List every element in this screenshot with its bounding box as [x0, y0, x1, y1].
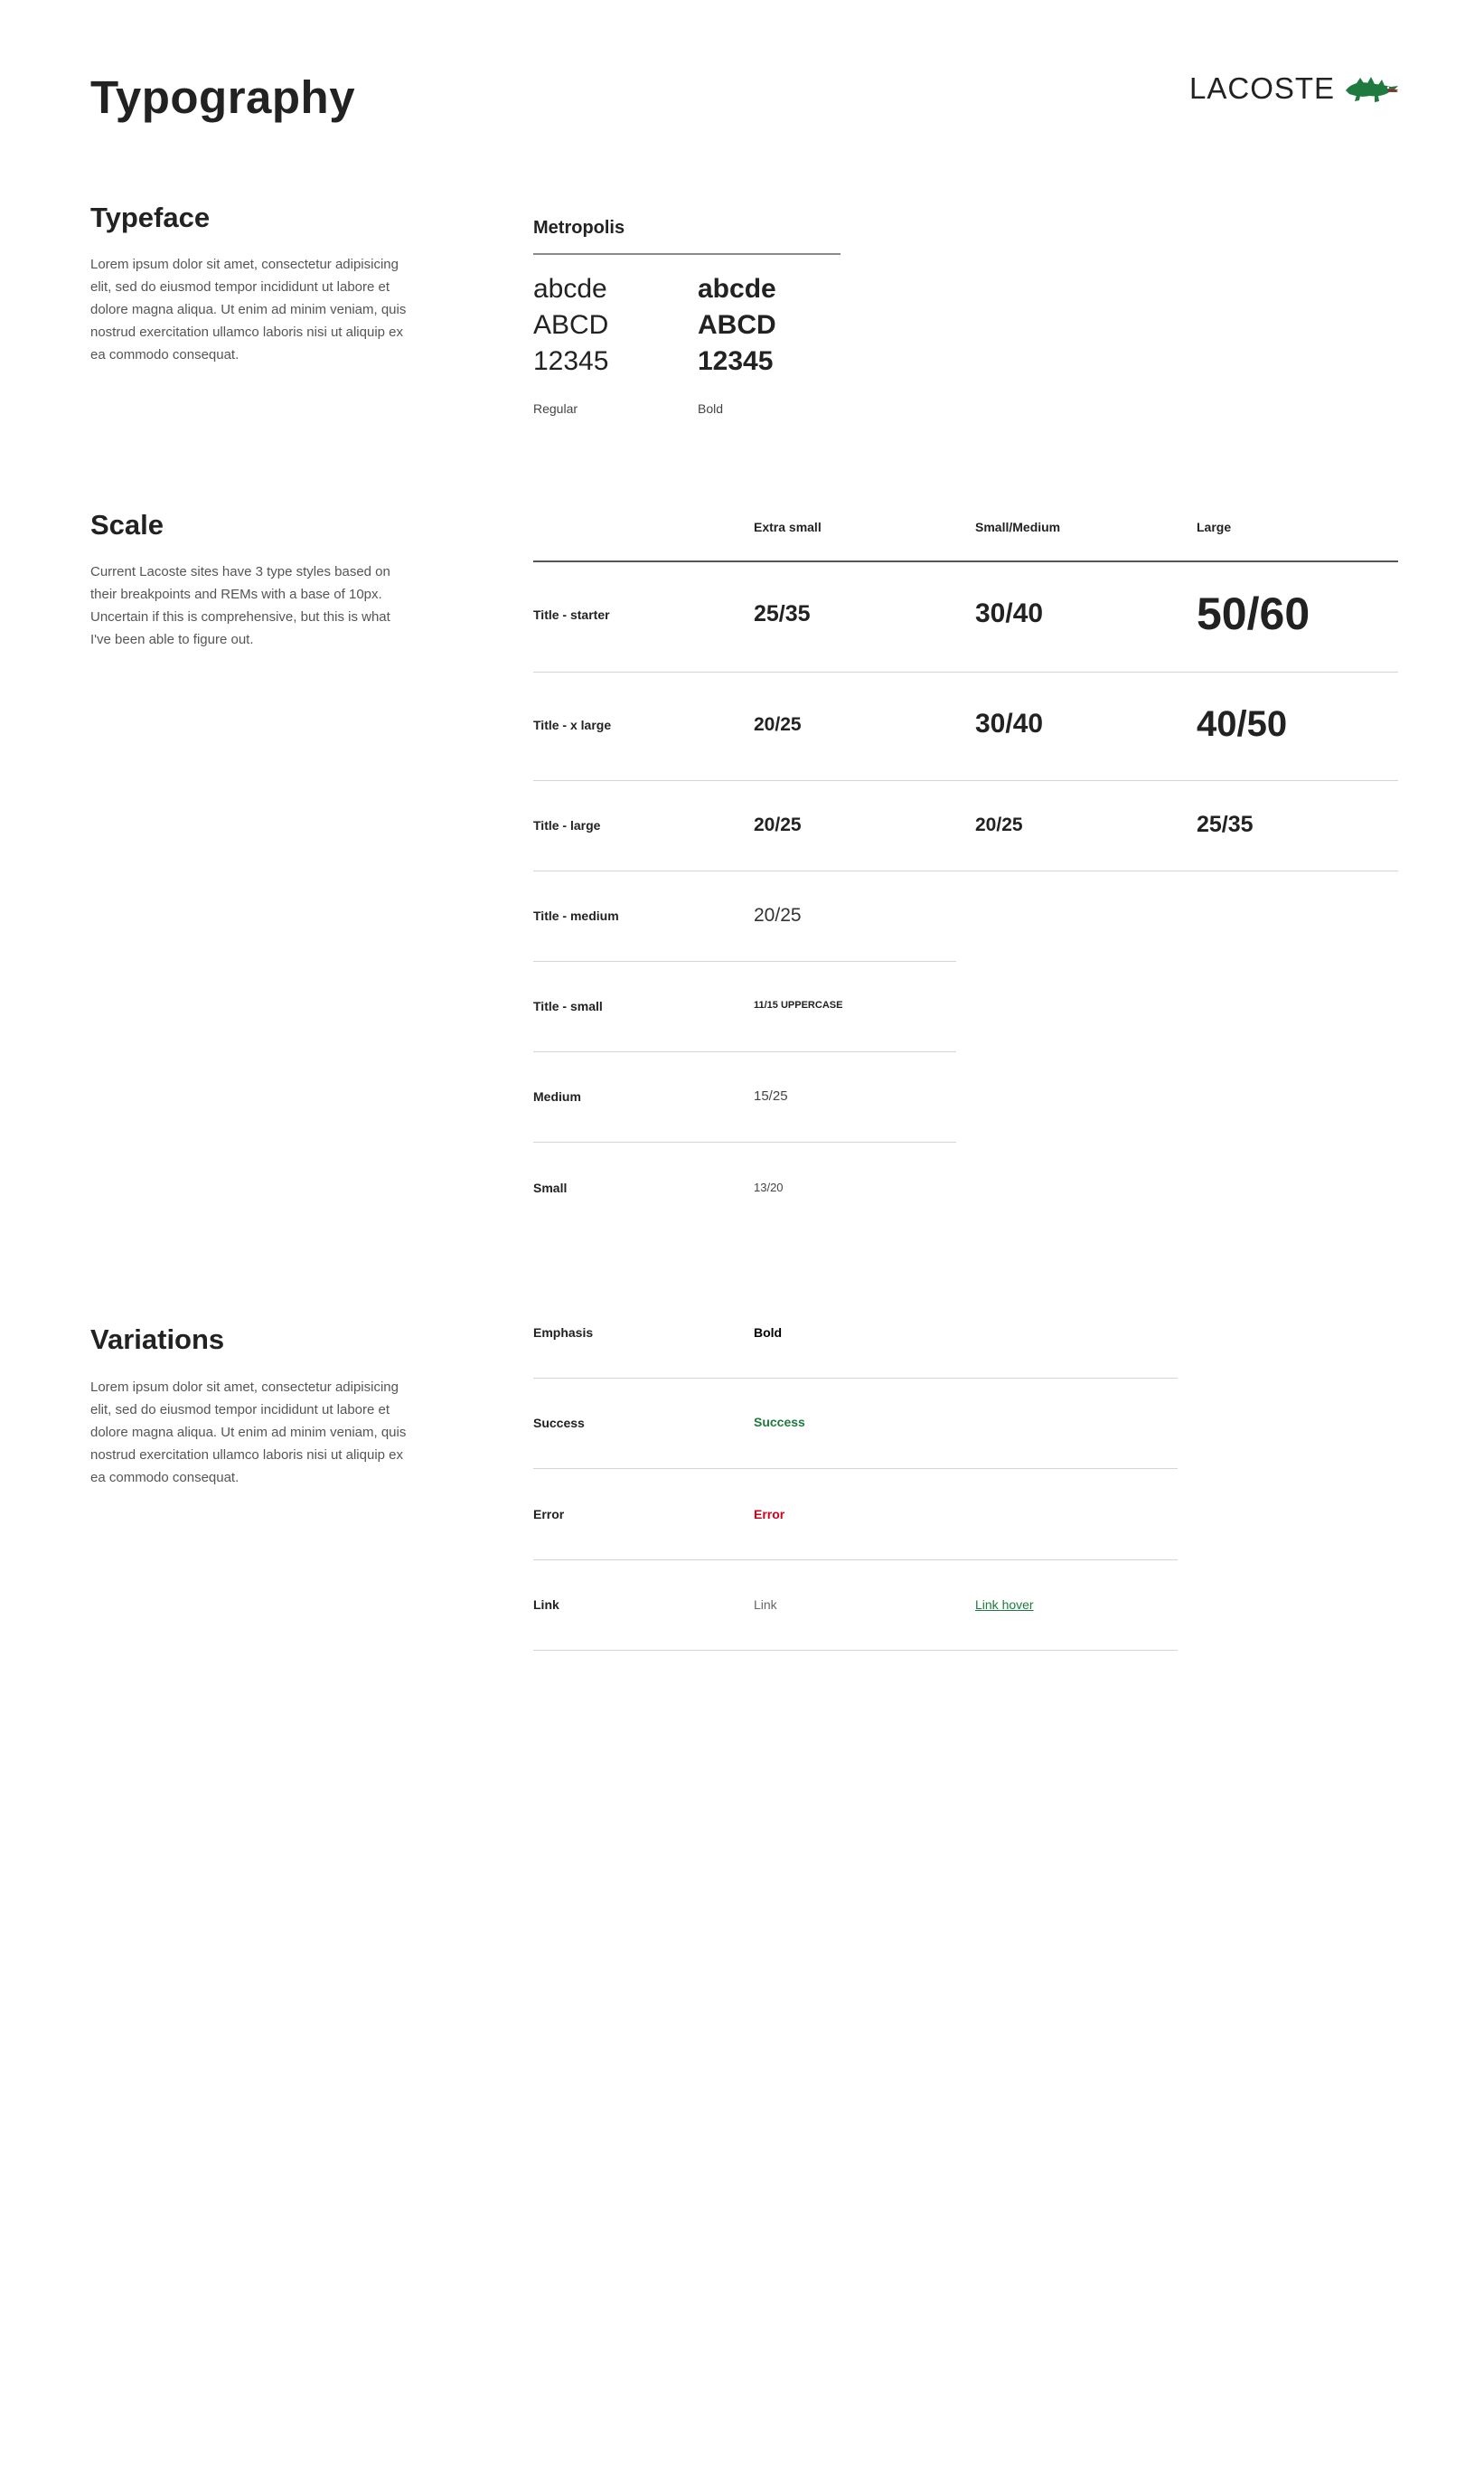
variation-label-success: Success: [533, 1416, 585, 1430]
link-example[interactable]: Link: [754, 1595, 777, 1615]
sample-regular-lowercase: abcde: [533, 274, 607, 304]
typeface-description: Lorem ipsum dolor sit amet, consectetur …: [90, 257, 407, 363]
variations-description: Lorem ipsum dolor sit amet, consectetur …: [90, 1380, 407, 1485]
scale-row-label: Title - starter: [533, 607, 610, 622]
variations-title: Variations: [90, 1323, 225, 1355]
logo-wordmark: LACOSTE: [1189, 71, 1336, 105]
scale-description: Current Lacoste sites have 3 type styles…: [90, 564, 390, 647]
row-divider: [533, 1650, 1178, 1651]
column-small-medium: Small/Medium: [975, 520, 1061, 534]
sample-bold-uppercase: ABCD: [698, 310, 776, 340]
row-divider: [533, 1378, 1178, 1379]
page-title: Typography: [90, 71, 356, 123]
scale-value: 13/20: [754, 1181, 784, 1194]
variation-value-bold: Bold: [754, 1325, 783, 1340]
row-divider: [533, 961, 956, 962]
column-large: Large: [1197, 520, 1232, 534]
scale-value: 11/15 UPPERCASE: [754, 1000, 843, 1011]
scale-value: 40/50: [1197, 704, 1288, 744]
font-name: Metropolis: [533, 218, 625, 238]
scale-value: 20/25: [754, 815, 802, 835]
typeface-title: Typeface: [90, 202, 211, 233]
sample-regular-numerals: 12345: [533, 346, 609, 376]
row-divider: [533, 1142, 956, 1143]
sample-bold-numerals: 12345: [698, 346, 774, 376]
regular-label: Regular: [533, 401, 578, 416]
scale-value: 25/35: [754, 601, 811, 626]
scale-row-label: Title - medium: [533, 909, 619, 923]
scale-value: 30/40: [975, 709, 1044, 739]
sample-regular-uppercase: ABCD: [533, 310, 609, 340]
scale-row-label: Title - large: [533, 818, 601, 833]
scale-value: 15/25: [754, 1088, 788, 1104]
variation-label-error: Error: [533, 1507, 565, 1521]
scale-row-label: Title - x large: [533, 718, 612, 732]
crocodile-icon: [1344, 71, 1400, 107]
row-divider: [533, 672, 1398, 673]
scale-row-label: Medium: [533, 1089, 581, 1104]
bold-label: Bold: [698, 401, 724, 416]
lacoste-logo: LACOSTE: [1189, 69, 1400, 108]
variation-label-emphasis: Emphasis: [533, 1325, 594, 1340]
scale-row-label: Small: [533, 1181, 568, 1195]
scale-title: Scale: [90, 509, 164, 541]
scale-value: 20/25: [754, 714, 802, 735]
link-hover-example[interactable]: Link hover: [975, 1595, 1034, 1615]
row-divider: [533, 1051, 956, 1052]
scale-value: 50/60: [1197, 589, 1310, 639]
row-divider: [533, 1559, 1178, 1560]
font-divider: [533, 253, 841, 255]
scale-value: 20/25: [975, 815, 1023, 835]
scale-value: 20/25: [754, 905, 802, 926]
scale-header-divider: [533, 560, 1398, 562]
sample-bold-lowercase: abcde: [698, 274, 776, 304]
variation-label-link: Link: [533, 1597, 559, 1612]
row-divider: [533, 780, 1398, 781]
row-divider: [533, 1468, 1178, 1469]
variation-value-success: Success: [754, 1415, 805, 1429]
scale-row-label: Title - small: [533, 999, 603, 1013]
variation-value-error: Error: [754, 1507, 785, 1521]
scale-value: 30/40: [975, 598, 1044, 628]
scale-value: 25/35: [1197, 812, 1254, 837]
column-extra-small: Extra small: [754, 520, 822, 534]
